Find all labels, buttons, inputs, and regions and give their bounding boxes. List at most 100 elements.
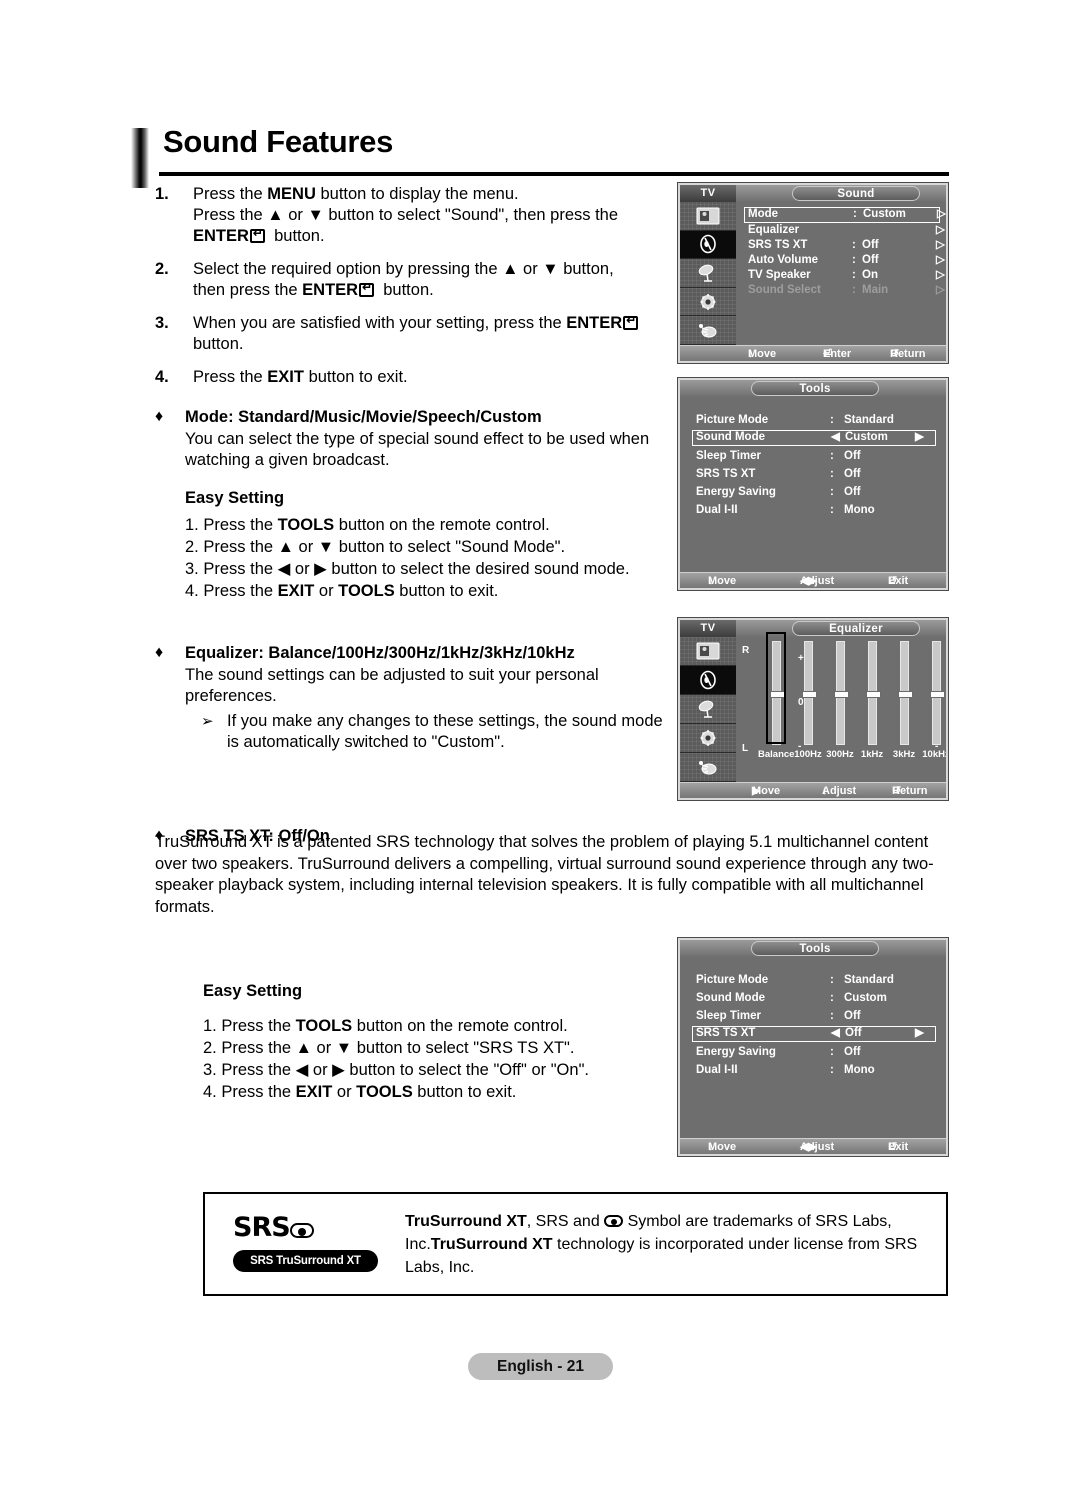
menu-row-label: Picture Mode: [696, 974, 769, 986]
easy-step: 3. Press the ◀ or ▶ button to select the…: [185, 560, 630, 578]
title-grip-decoration: [131, 128, 149, 188]
hint-icon: ↕: [822, 785, 828, 797]
step-number: 1.: [155, 185, 169, 203]
manual-page: Sound Features 1. Press the MENU button t…: [0, 0, 1080, 1486]
picture-icon: [695, 641, 721, 661]
mode-easy-steps: 1. Press the TOOLS button on the remote …: [185, 514, 665, 602]
sidebar-item-setup[interactable]: [680, 288, 736, 317]
balance-left-label: L: [742, 743, 749, 754]
menu-row[interactable]: Dual I-II: Mono: [692, 503, 936, 518]
eq-track[interactable]: [929, 641, 945, 745]
menu-row-separator: :: [830, 486, 834, 498]
osd-sidebar[interactable]: [680, 637, 736, 782]
section-equalizer-heading: ♦ Equalizer: Balance/100Hz/300Hz/1kHz/3k…: [155, 642, 665, 664]
menu-row[interactable]: Dual I-II: Mono: [692, 1063, 936, 1078]
eq-track[interactable]: [865, 641, 881, 745]
equalizer-sliders-area[interactable]: R L + 0 - + 0 - Balance100Hz300Hz1kHz3kH…: [736, 632, 946, 782]
enter-icon: [359, 280, 375, 297]
menu-row-separator: :: [852, 284, 856, 296]
balance-right-label: R: [742, 645, 750, 656]
menu-row[interactable]: Sound Mode: Custom: [692, 991, 936, 1006]
eq-track[interactable]: [833, 641, 849, 745]
menu-row-arrow-icon: ▷: [936, 239, 945, 251]
menu-row[interactable]: Energy Saving: Off: [692, 485, 936, 500]
eq-knob[interactable]: [897, 690, 913, 698]
osd-footer-hints: ▶ Move ↕ Adjust ↺ Return: [680, 782, 946, 798]
menu-row-value: Off: [844, 1010, 861, 1022]
hint-move: ↕ Move: [748, 348, 777, 360]
sidebar-item-input[interactable]: [680, 753, 736, 782]
menu-row[interactable]: Sound Mode ◀ Custom ▶: [692, 430, 936, 446]
hint-adjust: ↕ Adjust: [822, 785, 857, 797]
menu-row[interactable]: Equalizer ▷: [744, 223, 945, 238]
menu-row[interactable]: SRS TS XT: Off ▷: [744, 238, 945, 253]
menu-row-label: Auto Volume: [748, 254, 819, 266]
menu-row[interactable]: SRS TS XT ◀ Off ▶: [692, 1026, 936, 1042]
osd-sidebar[interactable]: [680, 202, 736, 345]
menu-row-separator: :: [853, 208, 857, 220]
menu-row-label: Picture Mode: [696, 414, 769, 426]
eq-track[interactable]: [897, 641, 913, 745]
hint-icon: ↺: [892, 785, 902, 797]
eq-track[interactable]: [801, 641, 817, 745]
sidebar-item-picture[interactable]: [680, 202, 736, 231]
menu-row[interactable]: Auto Volume: Off ▷: [744, 253, 945, 268]
hint-adjust: ◀▶ Adjust: [800, 1141, 835, 1153]
menu-row[interactable]: Sleep Timer: Off: [692, 1009, 936, 1024]
eq-slider-10khz[interactable]: 10kHz: [918, 641, 946, 760]
menu-row-label: SRS TS XT: [696, 468, 756, 480]
eq-knob[interactable]: [833, 690, 849, 698]
eq-slider-3khz[interactable]: 3kHz: [886, 641, 922, 760]
osd-body: Mode: Custom ▷ Equalizer ▷ SRS TS XT: Off ▷ Auto…: [736, 202, 946, 345]
eq-slider-300hz[interactable]: 300Hz: [822, 641, 858, 760]
menu-row[interactable]: Sound Select: Main ▷: [744, 283, 945, 298]
menu-row-separator: :: [830, 1010, 834, 1022]
menu-row[interactable]: Picture Mode: Standard: [692, 413, 936, 428]
sidebar-item-picture[interactable]: [680, 637, 736, 666]
sound-icon: [695, 234, 721, 254]
input-icon: [695, 757, 721, 777]
osd-equalizer-menu: TV Equalizer R L + 0 - + 0 - Balance100H…: [678, 618, 948, 800]
eq-slider-100hz[interactable]: 100Hz: [790, 641, 826, 760]
menu-row-label: Sound Mode: [696, 992, 765, 1004]
eq-slider-label: 1kHz: [860, 749, 884, 760]
menu-row-value: Mono: [844, 504, 875, 516]
step-number: 2.: [155, 260, 169, 278]
sidebar-item-input[interactable]: [680, 316, 736, 345]
eq-knob[interactable]: [929, 690, 945, 698]
menu-row[interactable]: Mode: Custom ▷: [744, 207, 946, 223]
sound-icon: [695, 670, 721, 690]
srs-trusurround-pill: SRS TruSurround XT: [233, 1250, 378, 1272]
sidebar-item-sound[interactable]: [680, 230, 736, 260]
srs-logo: SRS SRS TruSurround XT: [233, 1212, 383, 1276]
hint-icon: ⏎: [823, 348, 833, 360]
sidebar-item-channel[interactable]: [680, 259, 736, 288]
menu-row[interactable]: TV Speaker: On ▷: [744, 268, 945, 283]
menu-row[interactable]: Energy Saving: Off: [692, 1045, 936, 1060]
menu-row-separator: :: [830, 1046, 834, 1058]
menu-row[interactable]: Sleep Timer: Off: [692, 449, 936, 464]
eq-knob[interactable]: [801, 690, 817, 698]
bullet-icon: ♦: [155, 408, 164, 425]
srs-symbol-icon: [289, 1223, 314, 1238]
section-mode-body: You can select the type of special sound…: [185, 430, 650, 469]
menu-row-label: Dual I-II: [696, 1064, 738, 1076]
menu-row-separator: :: [830, 1064, 834, 1076]
hint-icon: ▶: [752, 785, 761, 797]
menu-row-separator: ◀: [831, 431, 840, 443]
menu-row[interactable]: SRS TS XT: Off: [692, 467, 936, 482]
hint-icon: ↕: [708, 575, 714, 587]
menu-row[interactable]: Picture Mode: Standard: [692, 973, 936, 988]
sidebar-item-setup[interactable]: [680, 724, 736, 753]
menu-row-value: Standard: [844, 974, 894, 986]
srs-easy-setting-label: Easy Setting: [203, 982, 303, 1000]
osd-footer-hints: ↕ Move ◀▶ Adjust ↺ Exit: [680, 1138, 946, 1154]
sidebar-item-sound[interactable]: [680, 666, 736, 695]
sidebar-item-channel[interactable]: [680, 695, 736, 724]
eq-slider-1khz[interactable]: 1kHz: [854, 641, 890, 760]
eq-slider-label: 300Hz: [826, 749, 854, 760]
step-item: 1. Press the MENU button to display the m…: [155, 184, 665, 247]
hint-icon: ↺: [888, 575, 898, 587]
eq-knob[interactable]: [865, 690, 881, 698]
osd-tools-menu-1: Tools Picture Mode: Standard Sound Mode ◀ Cu…: [678, 378, 948, 590]
